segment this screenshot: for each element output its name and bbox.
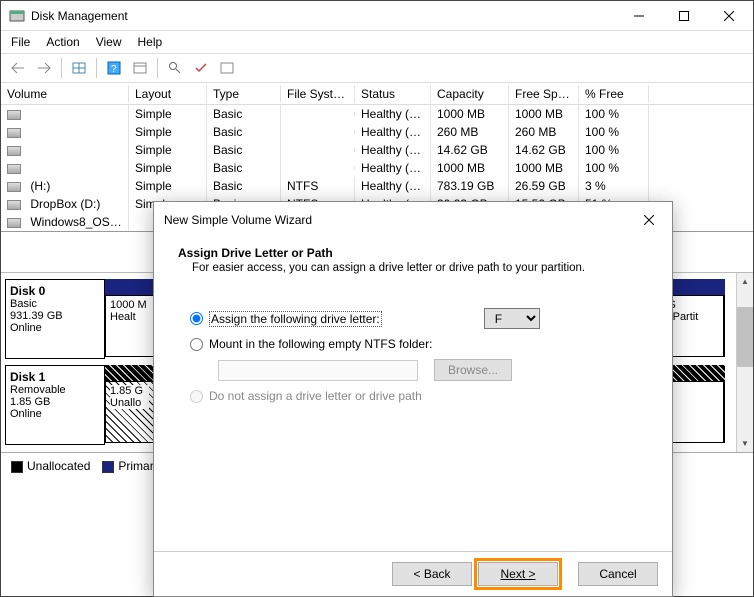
forward-icon[interactable] [33,57,55,79]
help-icon[interactable]: ? [103,57,125,79]
radio-no-assign [190,390,203,403]
volume-header: Volume Layout Type File System Status Ca… [1,83,753,105]
col-capacity[interactable]: Capacity [431,85,509,103]
volume-row[interactable]: (H:)SimpleBasicNTFSHealthy (P...783.19 G… [1,177,753,195]
wizard-dialog: New Simple Volume Wizard Assign Drive Le… [153,201,673,597]
back-icon[interactable] [7,57,29,79]
scroll-up-icon[interactable]: ▲ [737,273,753,290]
volume-icon [7,182,21,192]
toolbar: ? [1,53,753,83]
menubar: File Action View Help [1,31,753,53]
volume-icon [7,218,21,228]
col-type[interactable]: Type [207,85,281,103]
dialog-footer: < Back Next > Cancel [154,551,672,596]
maximize-button[interactable] [661,1,706,30]
col-fs[interactable]: File System [281,85,355,103]
svg-text:?: ? [111,64,117,75]
dialog-heading: Assign Drive Letter or Path [178,246,333,260]
volume-icon [7,164,21,174]
scrollbar[interactable]: ▲ ▼ [736,273,753,452]
label-assign-letter[interactable]: Assign the following drive letter: [209,311,382,327]
dialog-header: Assign Drive Letter or Path For easier a… [154,238,672,288]
col-free[interactable]: Free Spa... [509,85,579,103]
next-button[interactable]: Next > [478,562,558,586]
titlebar: Disk Management [1,1,753,31]
scroll-thumb[interactable] [737,307,753,367]
drive-letter-select[interactable]: F [484,308,540,329]
menu-file[interactable]: File [11,35,30,49]
menu-action[interactable]: Action [46,35,79,49]
dialog-title: New Simple Volume Wizard [164,213,634,227]
partition[interactable]: 1.85 GUnallo [106,382,154,442]
label-mount-folder[interactable]: Mount in the following empty NTFS folder… [209,337,432,351]
detail-icon[interactable] [129,57,151,79]
volume-icon [7,146,21,156]
volume-row[interactable]: SimpleBasicHealthy (R...14.62 GB14.62 GB… [1,141,753,159]
radio-assign-letter[interactable] [190,312,203,325]
cancel-button[interactable]: Cancel [578,562,658,586]
list-icon[interactable] [216,57,238,79]
volume-icon [7,128,21,138]
partition[interactable]: 1000 MHealt [106,296,154,356]
browse-button: Browse... [434,359,512,381]
legend-swatch-unallocated [11,461,23,473]
disk-label: Disk 1 Removable 1.85 GB Online [5,365,105,445]
col-volume[interactable]: Volume [1,85,129,103]
menu-help[interactable]: Help [138,35,163,49]
app-icon [9,8,25,24]
legend-swatch-primary [102,461,114,473]
label-no-assign: Do not assign a drive letter or drive pa… [209,389,422,403]
disk-label: Disk 0 Basic 931.39 GB Online [5,279,105,359]
check-icon[interactable] [190,57,212,79]
back-button[interactable]: < Back [392,562,472,586]
search-icon[interactable] [164,57,186,79]
close-button[interactable] [706,1,751,30]
volume-icon [7,110,21,120]
volume-icon [7,200,21,210]
grid-icon[interactable] [68,57,90,79]
window-title: Disk Management [31,9,616,23]
volume-row[interactable]: SimpleBasicHealthy (R...1000 MB1000 MB10… [1,105,753,123]
volume-row[interactable]: SimpleBasicHealthy (E...260 MB260 MB100 … [1,123,753,141]
scroll-down-icon[interactable]: ▼ [737,435,753,452]
radio-mount-folder[interactable] [190,338,203,351]
col-pct[interactable]: % Free [579,85,649,103]
dialog-subtext: For easier access, you can assign a driv… [178,260,648,274]
folder-path-input [218,360,418,381]
minimize-button[interactable] [616,1,661,30]
close-icon[interactable] [634,208,664,232]
col-layout[interactable]: Layout [129,85,207,103]
menu-view[interactable]: View [96,35,122,49]
col-status[interactable]: Status [355,85,431,103]
volume-row[interactable]: SimpleBasicHealthy (R...1000 MB1000 MB10… [1,159,753,177]
